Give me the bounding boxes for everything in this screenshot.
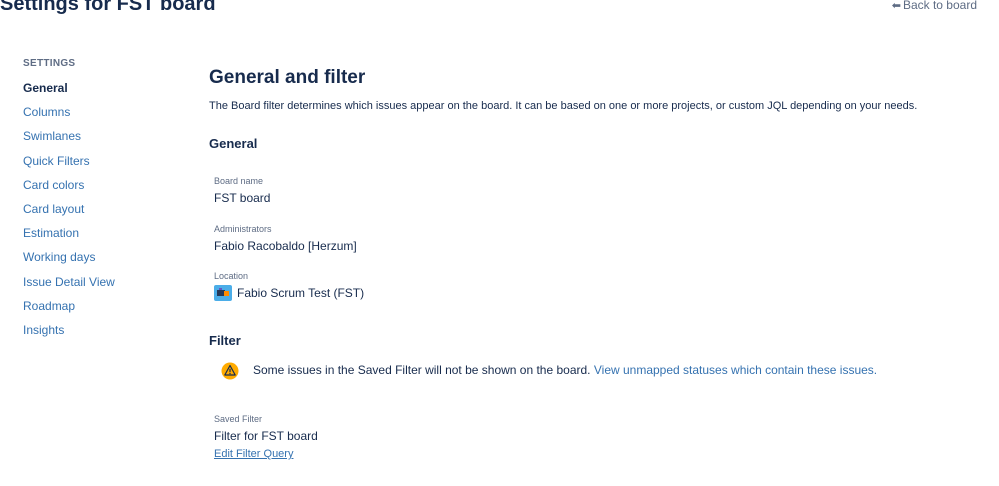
main-content: General and filter The Board filter dete… [209, 64, 969, 460]
warning-icon [221, 362, 239, 380]
sidebar-item-general[interactable]: General [23, 76, 183, 100]
settings-sidebar: SETTINGS General Columns Swimlanes Quick… [23, 57, 183, 342]
sidebar-item-card-colors[interactable]: Card colors [23, 173, 183, 197]
saved-filter-field: Saved Filter Filter for FST board Edit F… [214, 412, 318, 462]
administrators-field: Administrators Fabio Racobaldo [Herzum] [214, 222, 357, 253]
page-title: Settings for FST board [0, 0, 216, 15]
warning-text: Some issues in the Saved Filter will not… [253, 363, 594, 378]
back-to-board-label: Back to board [902, 0, 977, 12]
sidebar-item-card-layout[interactable]: Card layout [23, 197, 183, 221]
board-filter-description: The Board filter determines which issues… [209, 100, 918, 112]
saved-filter-label: Saved Filter [214, 414, 263, 424]
location-field: Location Fabio Scrum Test (FST) [214, 269, 364, 302]
administrators-label: Administrators [214, 224, 272, 234]
back-arrow-icon: ⬅ [891, 0, 901, 12]
sidebar-item-swimlanes[interactable]: Swimlanes [23, 124, 183, 148]
sidebar-item-columns[interactable]: Columns [23, 100, 183, 124]
edit-filter-query-link[interactable]: Edit Filter Query [214, 448, 293, 460]
sidebar-item-roadmap[interactable]: Roadmap [23, 294, 183, 318]
location-value: Fabio Scrum Test (FST) [214, 285, 365, 302]
location-label: Location [214, 271, 249, 281]
administrators-value: Fabio Racobaldo [Herzum] [214, 239, 357, 253]
board-name-value: FST board [214, 191, 271, 205]
sidebar-item-insights[interactable]: Insights [23, 318, 183, 342]
section-title: General and filter [209, 67, 366, 88]
board-name-label: Board name [214, 176, 264, 186]
sidebar-item-issue-detail-view[interactable]: Issue Detail View [23, 270, 183, 294]
location-name: Fabio Scrum Test (FST) [237, 286, 365, 301]
project-avatar-icon [214, 285, 232, 301]
saved-filter-value: Filter for FST board [214, 429, 318, 443]
sidebar-item-quick-filters[interactable]: Quick Filters [23, 149, 183, 173]
filter-heading: Filter [209, 333, 241, 348]
view-unmapped-statuses-link[interactable]: View unmapped statuses which contain the… [594, 363, 877, 377]
unmapped-issues-warning: Some issues in the Saved Filter will not… [221, 362, 877, 380]
general-heading: General [209, 136, 258, 151]
sidebar-item-estimation[interactable]: Estimation [23, 221, 183, 245]
sidebar-heading: SETTINGS [23, 58, 76, 69]
back-to-board-link[interactable]: ⬅ Back to board [892, 0, 977, 12]
board-name-field: Board name FST board [214, 174, 270, 205]
sidebar-item-working-days[interactable]: Working days [23, 245, 183, 269]
